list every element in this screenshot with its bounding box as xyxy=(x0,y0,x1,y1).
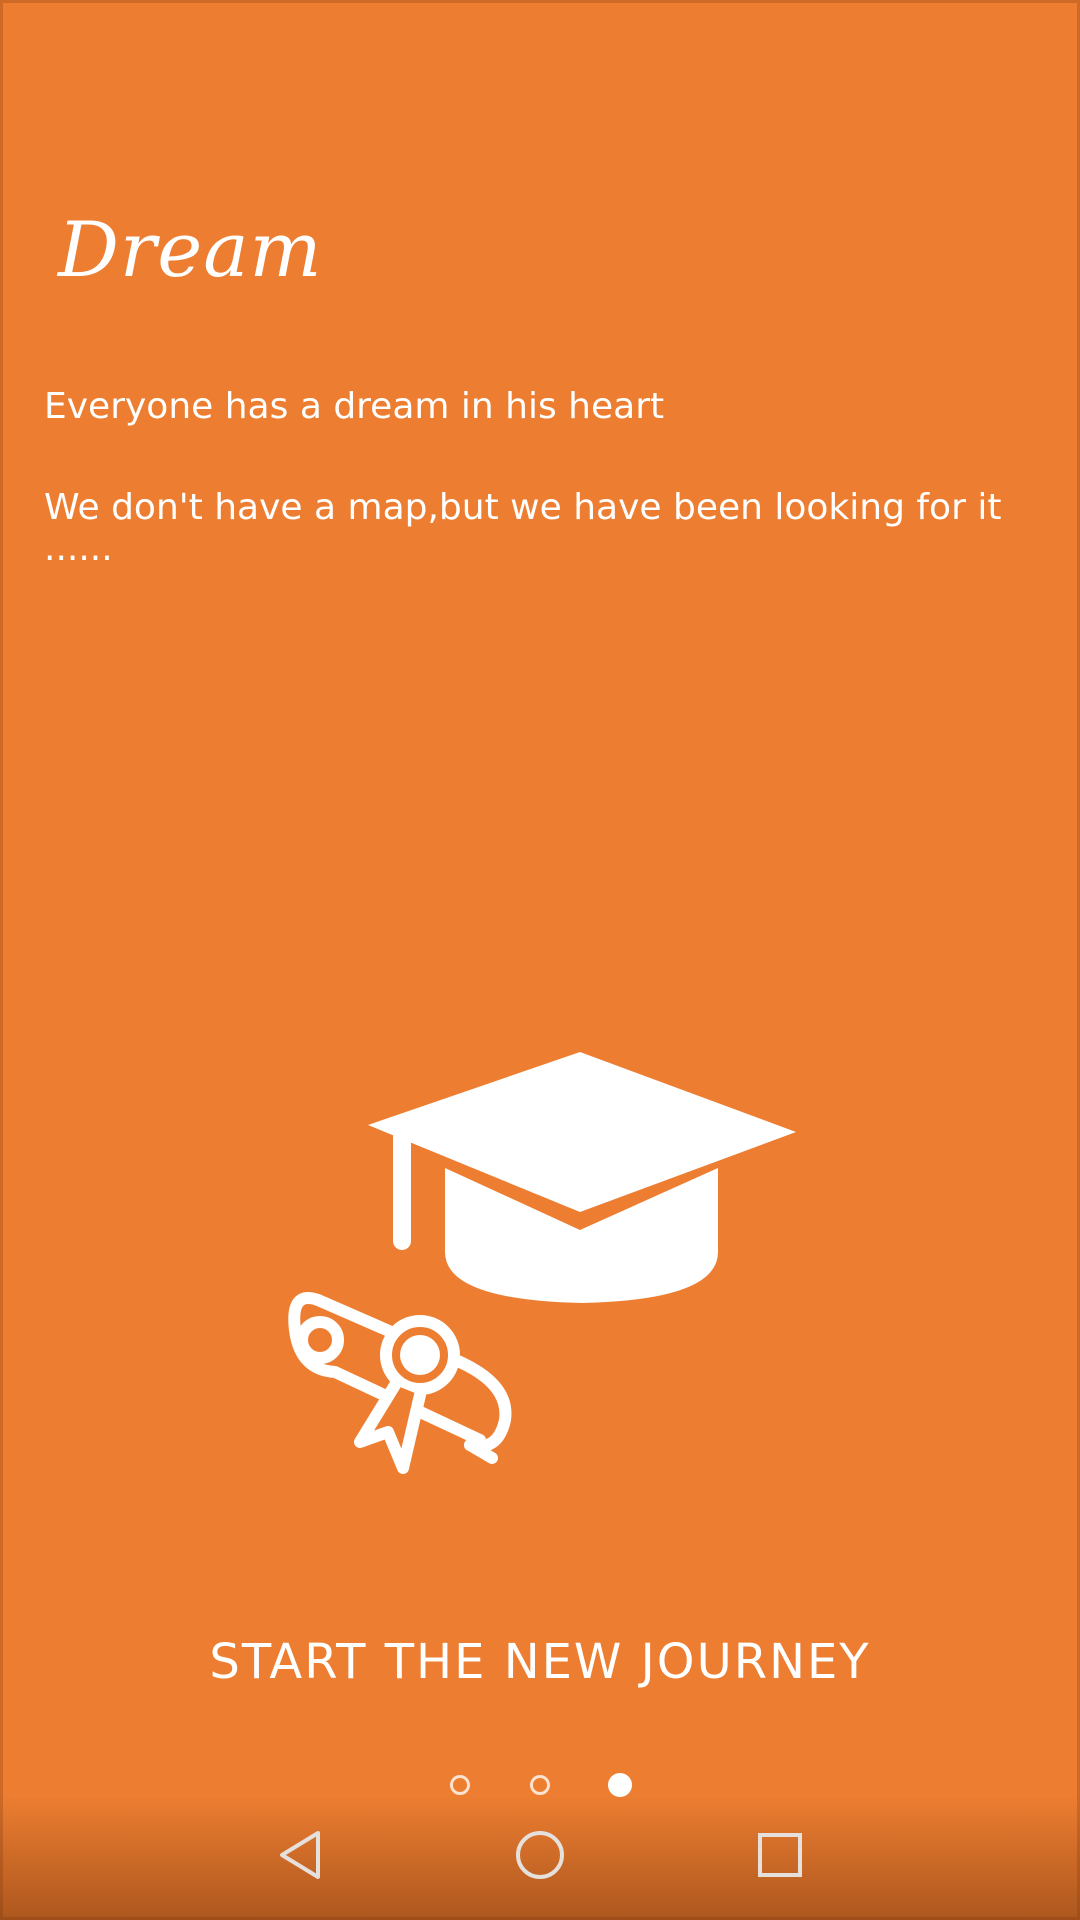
back-icon[interactable] xyxy=(270,1825,330,1885)
recents-icon[interactable] xyxy=(750,1825,810,1885)
page-dot-1[interactable] xyxy=(450,1775,470,1795)
page-dot-2[interactable] xyxy=(530,1775,550,1795)
intro-line-1: Everyone has a dream in his heart xyxy=(44,386,665,427)
page-title: Dream xyxy=(58,205,323,294)
graduation-illustration xyxy=(288,1052,796,1474)
diploma-scroll-icon xyxy=(288,1292,512,1474)
graduation-cap-icon xyxy=(368,1052,796,1303)
page-dot-3-active[interactable] xyxy=(608,1773,632,1797)
onboarding-screen: Dream Everyone has a dream in his heart … xyxy=(0,0,1080,1920)
intro-line-2: We don't have a map,but we have been loo… xyxy=(44,487,1002,569)
home-icon[interactable] xyxy=(510,1825,570,1885)
start-journey-button[interactable]: START THE NEW JOURNEY xyxy=(0,1634,1080,1690)
